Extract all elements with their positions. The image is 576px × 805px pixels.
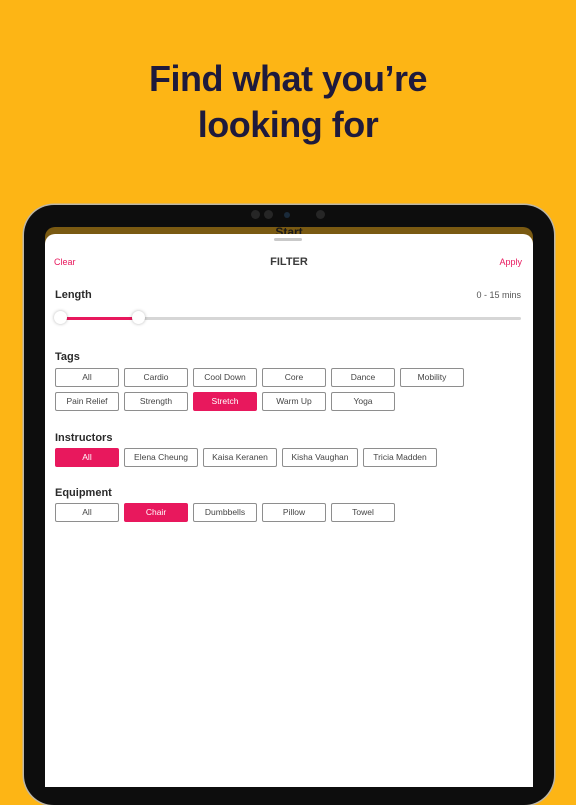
filter-title: FILTER — [270, 256, 308, 268]
length-max-thumb[interactable] — [132, 311, 146, 324]
apply-button[interactable]: Apply — [499, 257, 522, 267]
tags-chip-warm-up[interactable]: Warm Up — [262, 392, 326, 411]
instructors-chip-kisha-vaughan[interactable]: Kisha Vaughan — [282, 448, 358, 467]
filter-sheet: Clear FILTER Apply Length 0 - 15 mins Ta… — [45, 234, 533, 787]
equipment-label: Equipment — [55, 487, 112, 499]
camera-lens-icon — [284, 212, 290, 218]
tags-chip-cool-down[interactable]: Cool Down — [193, 368, 257, 387]
instructors-chip-group: All Elena Cheung Kaisa Keranen Kisha Vaugha… — [55, 448, 475, 467]
length-value: 0 - 15 mins — [476, 290, 521, 300]
instructors-chip-tricia-madden[interactable]: Tricia Madden — [363, 448, 437, 467]
tags-chip-group: All Cardio Cool Down Core Dance Mobility Pain … — [55, 368, 475, 411]
instructors-label: Instructors — [55, 432, 113, 444]
equipment-chip-towel[interactable]: Towel — [331, 503, 395, 522]
tablet-screen: Start Clear FILTER Apply Length 0 - 15 m… — [45, 227, 533, 787]
tags-chip-strength[interactable]: Strength — [124, 392, 188, 411]
length-range-fill — [60, 317, 139, 320]
instructors-chip-kaisa-keranen[interactable]: Kaisa Keranen — [203, 448, 277, 467]
tags-chip-core[interactable]: Core — [262, 368, 326, 387]
instructors-chip-elena-cheung[interactable]: Elena Cheung — [124, 448, 198, 467]
tags-chip-mobility[interactable]: Mobility — [400, 368, 464, 387]
sensor-dot — [264, 210, 273, 219]
tags-label: Tags — [55, 351, 80, 363]
sensor-dot — [316, 210, 325, 219]
equipment-chip-dumbbells[interactable]: Dumbbells — [193, 503, 257, 522]
equipment-chip-pillow[interactable]: Pillow — [262, 503, 326, 522]
instructors-chip-all[interactable]: All — [55, 448, 119, 467]
equipment-chip-all[interactable]: All — [55, 503, 119, 522]
tags-chip-yoga[interactable]: Yoga — [331, 392, 395, 411]
tags-chip-pain-relief[interactable]: Pain Relief — [55, 392, 119, 411]
tags-chip-stretch[interactable]: Stretch — [193, 392, 257, 411]
tags-chip-cardio[interactable]: Cardio — [124, 368, 188, 387]
sheet-grabber-handle[interactable] — [274, 238, 302, 241]
headline-line-1: Find what you’re — [148, 58, 428, 99]
equipment-chip-chair[interactable]: Chair — [124, 503, 188, 522]
headline: Find what you’re looking for — [0, 56, 576, 148]
length-min-thumb[interactable] — [54, 311, 67, 324]
tags-chip-dance[interactable]: Dance — [331, 368, 395, 387]
sensor-dot — [251, 210, 260, 219]
equipment-chip-group: All Chair Dumbbells Pillow Towel — [55, 503, 475, 522]
tags-chip-all[interactable]: All — [55, 368, 119, 387]
length-range-slider[interactable] — [54, 311, 521, 324]
headline-line-2: looking for — [197, 104, 379, 145]
length-label: Length — [55, 289, 92, 301]
